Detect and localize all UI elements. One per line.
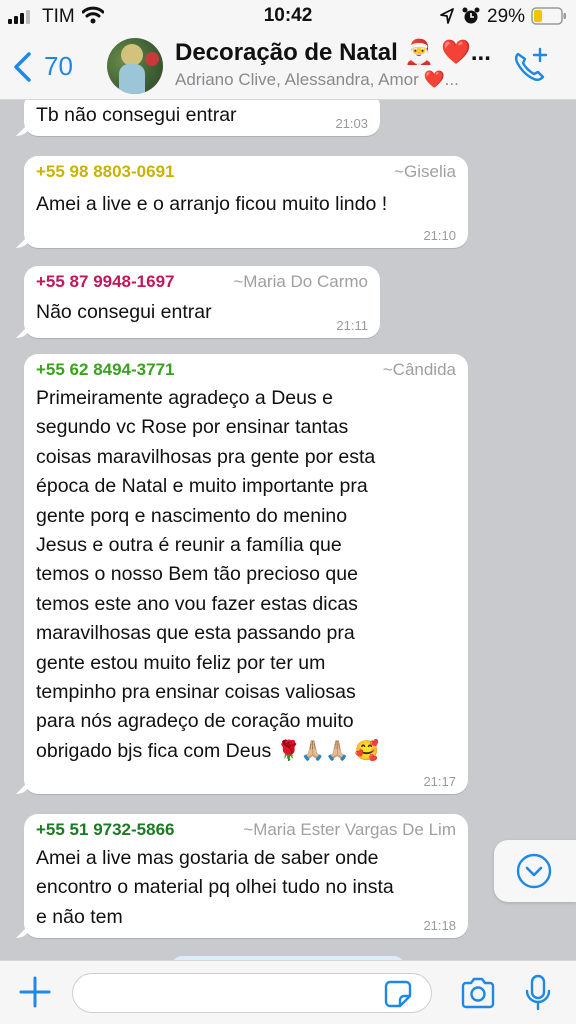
group-title[interactable]: Decoração de Natal 🎅 ❤️... xyxy=(175,38,491,67)
message-bubble[interactable]: +55 98 8803-0691 ~Giselia Amei a live e … xyxy=(24,156,468,248)
sender-number[interactable]: +55 62 8494-3771 xyxy=(36,360,175,379)
sender-number[interactable]: +55 87 9948-1697 xyxy=(36,272,175,291)
alarm-icon xyxy=(462,7,480,24)
message-time: 21:03 xyxy=(335,116,368,131)
microphone-icon[interactable] xyxy=(524,974,552,1012)
sender-number[interactable]: +55 51 9732-5866 xyxy=(36,820,175,839)
message-time: 21:17 xyxy=(423,774,456,789)
scroll-to-bottom-button[interactable] xyxy=(494,840,576,902)
message-bubble[interactable]: +55 62 8494-3771 ~Cândida Primeiramente … xyxy=(24,354,468,794)
chevron-left-icon xyxy=(14,52,31,82)
message-line: e não tem xyxy=(36,905,123,928)
message-bubble[interactable]: +55 87 9948-1697 ~Maria Do Carmo Não con… xyxy=(24,266,380,338)
battery-icon xyxy=(531,7,566,25)
camera-icon[interactable] xyxy=(460,977,496,1009)
message-line: segundo vc Rose por ensinar tantas xyxy=(36,416,349,439)
message-line: temos este ano vou fazer estas dicas xyxy=(36,592,358,615)
chat-header: 70 Decoração de Natal 🎅 ❤️... Adriano Cl… xyxy=(0,32,576,100)
message-line: temos o nosso Bem tão precioso que xyxy=(36,563,358,586)
status-bar: TIM 10:42 29% xyxy=(0,0,576,32)
message-line: para nós agradeço de coração muito xyxy=(36,710,354,733)
message-text: Amei a live e o arranjo ficou muito lind… xyxy=(36,193,388,215)
message-line: época de Natal e muito importante pra xyxy=(36,475,368,498)
message-line: Primeiramente agradeço a Deus e xyxy=(36,387,333,409)
message-list[interactable]: Tb não consegui entrar 21:03 +55 98 8803… xyxy=(0,100,576,960)
battery-percentage: 29% xyxy=(487,6,526,27)
message-line: maravilhosas que esta passando pra xyxy=(36,622,355,645)
message-time: 21:18 xyxy=(423,918,456,933)
add-call-icon[interactable] xyxy=(510,46,550,86)
message-text: Primeiramente agradeço a Deus e segundo … xyxy=(36,384,456,766)
sender-number[interactable]: +55 98 8803-0691 xyxy=(36,162,175,181)
sender-name: ~Maria Ester Vargas De Lim xyxy=(243,820,456,839)
message-bubble[interactable]: Tb não consegui entrar 21:03 xyxy=(24,100,380,136)
group-members[interactable]: Adriano Clive, Alessandra, Amor ❤️... xyxy=(175,70,459,90)
message-input[interactable] xyxy=(72,973,432,1013)
sender-name: ~Maria Do Carmo xyxy=(233,272,368,291)
sender-name: ~Cândida xyxy=(382,360,456,379)
message-line: tempinho pra ensinar coisas valiosas xyxy=(36,681,356,704)
message-time: 21:10 xyxy=(423,228,456,243)
sender-name: ~Giselia xyxy=(394,162,456,181)
unread-count: 70 xyxy=(44,51,73,81)
message-line: coisas maravilhosas pra gente por esta xyxy=(36,445,376,468)
message-line: obrigado bjs fica com Deus 🌹🙏🏼🙏🏼 🥰 xyxy=(36,739,380,762)
chevron-down-circle-icon xyxy=(516,853,552,889)
message-text: Não consegui entrar xyxy=(36,301,212,323)
location-arrow-icon xyxy=(440,8,454,24)
message-line: gente porq e nascimento do menino xyxy=(36,504,348,527)
message-time: 21:11 xyxy=(336,318,368,333)
message-line: Amei a live mas gostaria de saber onde xyxy=(36,847,379,869)
group-avatar[interactable] xyxy=(107,38,163,94)
back-button[interactable]: 70 xyxy=(10,46,80,86)
message-text: Amei a live mas gostaria de saber onde e… xyxy=(36,844,456,932)
message-line: encontro o material pq olhei tudo no ins… xyxy=(36,876,394,899)
sticker-icon[interactable] xyxy=(384,980,412,1008)
plus-icon[interactable] xyxy=(18,975,52,1009)
message-line: Jesus e outra é reunir a família que xyxy=(36,534,342,557)
composer-bar xyxy=(0,960,576,1024)
message-text: Tb não consegui entrar xyxy=(36,104,237,126)
message-line: gente estou muito feliz por ter um xyxy=(36,651,326,674)
message-bubble[interactable]: +55 51 9732-5866 ~Maria Ester Vargas De … xyxy=(24,814,468,938)
